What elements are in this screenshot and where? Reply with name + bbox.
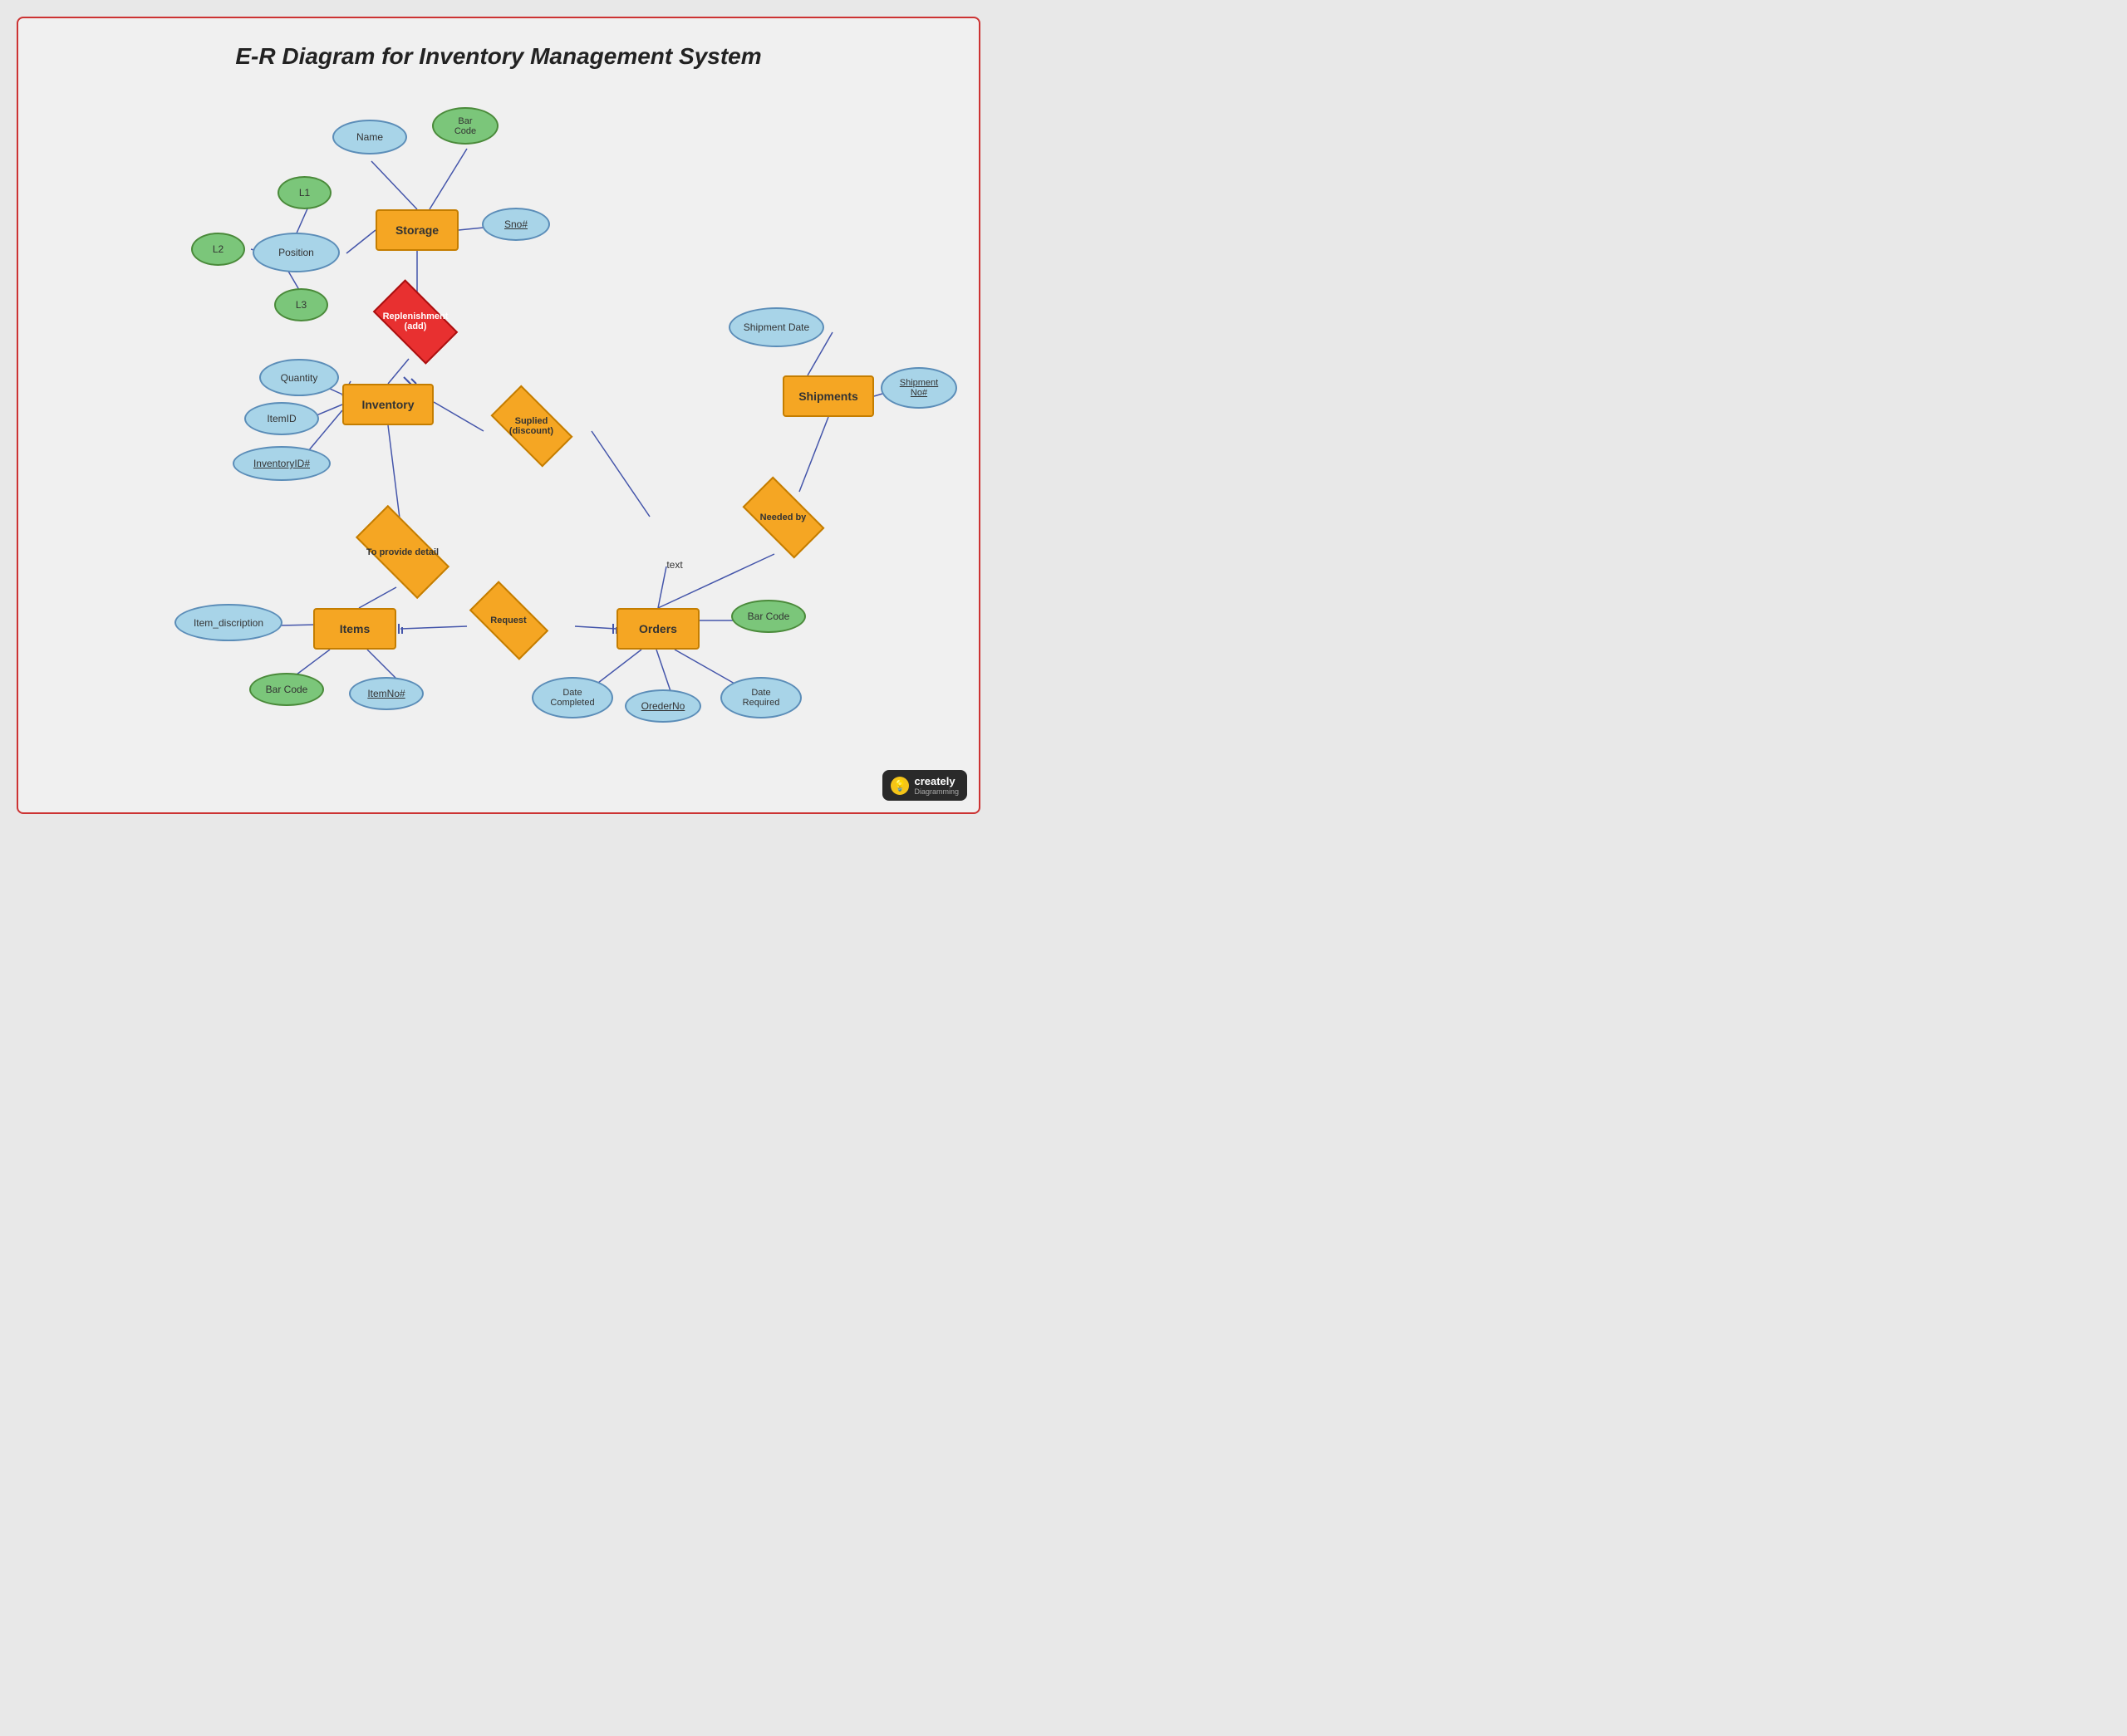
attr-barcode-orders: Bar Code bbox=[731, 600, 806, 633]
attr-l2: L2 bbox=[191, 233, 245, 266]
attr-position: Position bbox=[253, 233, 340, 272]
attr-datecompleted: Date Completed bbox=[532, 677, 613, 718]
rel-request: Request bbox=[450, 587, 567, 654]
diagram-title: E-R Diagram for Inventory Management Sys… bbox=[35, 35, 962, 70]
entity-items: Items bbox=[313, 608, 396, 650]
attr-itemno: ItemNo# bbox=[349, 677, 424, 710]
attr-orderno: OrederNo bbox=[625, 689, 701, 723]
attr-barcode-storage: Bar Code bbox=[432, 107, 499, 145]
diagram-container: E-R Diagram for Inventory Management Sys… bbox=[17, 17, 980, 814]
creately-badge: 💡 creately Diagramming bbox=[882, 770, 967, 801]
entity-inventory: Inventory bbox=[342, 384, 434, 425]
attr-l3: L3 bbox=[274, 288, 328, 321]
attr-daterequired: Date Required bbox=[720, 677, 802, 718]
entity-storage: Storage bbox=[376, 209, 459, 251]
attr-barcode-items: Bar Code bbox=[249, 673, 324, 706]
attr-itemid: ItemID bbox=[244, 402, 319, 435]
badge-text: creately Diagramming bbox=[914, 775, 959, 796]
rel-replenishment: Replenishment (add) bbox=[357, 284, 474, 359]
attr-shipmentdate: Shipment Date bbox=[729, 307, 824, 347]
bulb-icon: 💡 bbox=[891, 777, 909, 795]
entity-orders: Orders bbox=[616, 608, 700, 650]
attr-l1: L1 bbox=[278, 176, 332, 209]
attr-sno: Sno# bbox=[482, 208, 550, 241]
entity-shipments: Shipments bbox=[783, 375, 874, 417]
attr-shipmentno: Shipment No# bbox=[881, 367, 957, 409]
rel-supplied: Suplied (discount) bbox=[471, 390, 592, 461]
rel-toprovide: To provide detail bbox=[330, 517, 475, 587]
text-label: text bbox=[658, 557, 691, 573]
attr-name: Name bbox=[332, 120, 407, 154]
attr-inventoryid: InventoryID# bbox=[233, 446, 331, 481]
attr-item-description: Item_discription bbox=[174, 604, 282, 641]
attr-quantity: Quantity bbox=[259, 359, 339, 396]
rel-neededby: Needed by bbox=[723, 482, 843, 552]
